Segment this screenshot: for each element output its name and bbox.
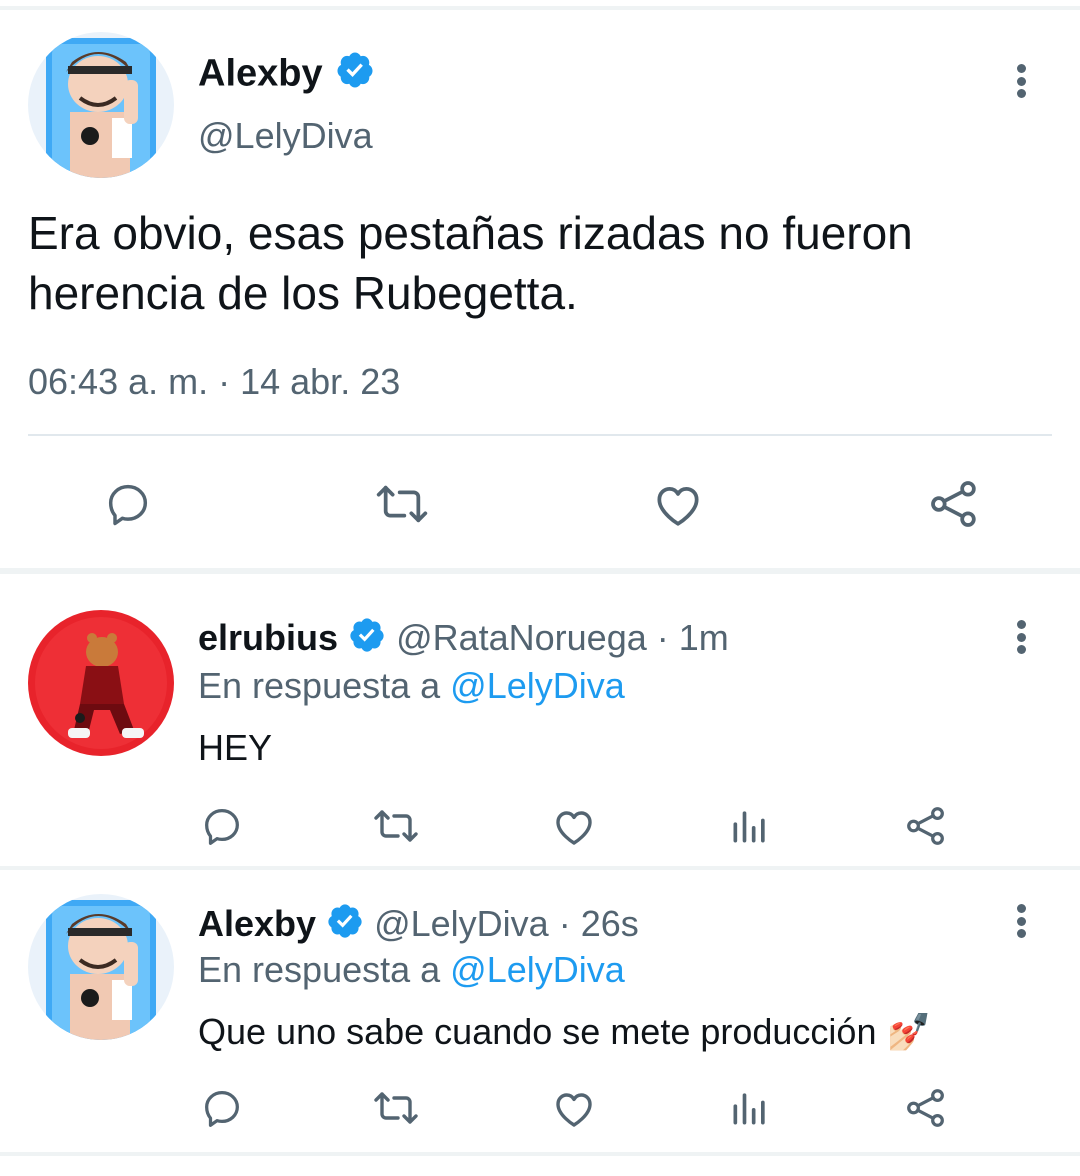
handle[interactable]: @LelyDiva — [198, 114, 373, 158]
verified-badge-icon — [335, 50, 375, 101]
top-divider — [0, 6, 1080, 10]
verified-badge-icon — [348, 616, 386, 664]
more-options-icon[interactable] — [1006, 64, 1036, 98]
like-button[interactable] — [548, 1082, 600, 1134]
reply-button[interactable] — [96, 472, 160, 536]
share-icon — [907, 1089, 944, 1127]
reply-prefix: En respuesta a — [198, 665, 441, 706]
retweet-button[interactable] — [370, 1082, 422, 1134]
section-divider — [0, 568, 1080, 574]
relative-time[interactable]: · 1m — [657, 617, 729, 658]
avatar[interactable] — [28, 610, 174, 756]
share-icon — [931, 481, 976, 527]
reply-prefix: En respuesta a — [198, 949, 441, 990]
retweet-button[interactable] — [370, 800, 422, 852]
reply-context: En respuesta a @LelyDiva — [198, 948, 625, 992]
reply-button[interactable] — [196, 1082, 248, 1134]
reply-icon — [205, 1091, 239, 1127]
like-icon — [657, 486, 699, 526]
avatar[interactable] — [28, 894, 174, 1040]
display-name[interactable]: Alexby — [198, 903, 316, 944]
retweet-button[interactable] — [370, 472, 434, 536]
like-button[interactable] — [548, 800, 600, 852]
retweet-icon — [374, 1092, 418, 1124]
reply-header: elrubius @RataNoruega · 1m — [198, 616, 729, 664]
more-options-icon[interactable] — [1006, 904, 1036, 938]
reply-icon — [205, 809, 239, 845]
verified-badge-icon — [326, 902, 364, 950]
relative-time[interactable]: · 26s — [559, 903, 639, 944]
reply-context: En respuesta a @LelyDiva — [198, 664, 625, 708]
retweet-icon — [376, 485, 428, 523]
section-divider — [0, 866, 1080, 870]
display-name-text[interactable]: Alexby — [198, 53, 323, 95]
share-button[interactable] — [900, 800, 952, 852]
analytics-button[interactable] — [724, 800, 776, 852]
reply-header: Alexby @LelyDiva · 26s — [198, 902, 639, 950]
reply-button[interactable] — [196, 800, 248, 852]
mention-link[interactable]: @LelyDiva — [450, 665, 625, 706]
like-icon — [556, 811, 592, 845]
tweet-text-line-1: Era obvio, esas pestañas rizadas no fuer… — [28, 207, 913, 259]
display-name[interactable]: Alexby — [198, 50, 375, 101]
share-icon — [907, 807, 944, 845]
handle[interactable]: @LelyDiva — [374, 903, 549, 944]
tweet-text-line-2: herencia de los Rubegetta. — [28, 267, 578, 319]
display-name[interactable]: elrubius — [198, 617, 338, 658]
timestamp[interactable]: 06:43 a. m. · 14 abr. 23 — [28, 360, 400, 404]
like-icon — [556, 1093, 592, 1127]
actions-divider — [28, 434, 1052, 436]
reply-icon — [108, 484, 148, 526]
like-button[interactable] — [646, 472, 710, 536]
analytics-icon — [733, 811, 765, 843]
share-button[interactable] — [900, 1082, 952, 1134]
analytics-button[interactable] — [724, 1082, 776, 1134]
handle[interactable]: @RataNoruega — [396, 617, 647, 658]
avatar[interactable] — [28, 32, 174, 178]
share-button[interactable] — [922, 472, 986, 536]
more-options-icon[interactable] — [1006, 620, 1036, 654]
mention-link[interactable]: @LelyDiva — [450, 949, 625, 990]
bottom-divider — [0, 1152, 1080, 1156]
reply-text: HEY — [198, 727, 273, 768]
retweet-icon — [374, 810, 418, 842]
analytics-icon — [733, 1093, 765, 1125]
reply-text: Que uno sabe cuando se mete producción 💅… — [198, 1011, 932, 1052]
